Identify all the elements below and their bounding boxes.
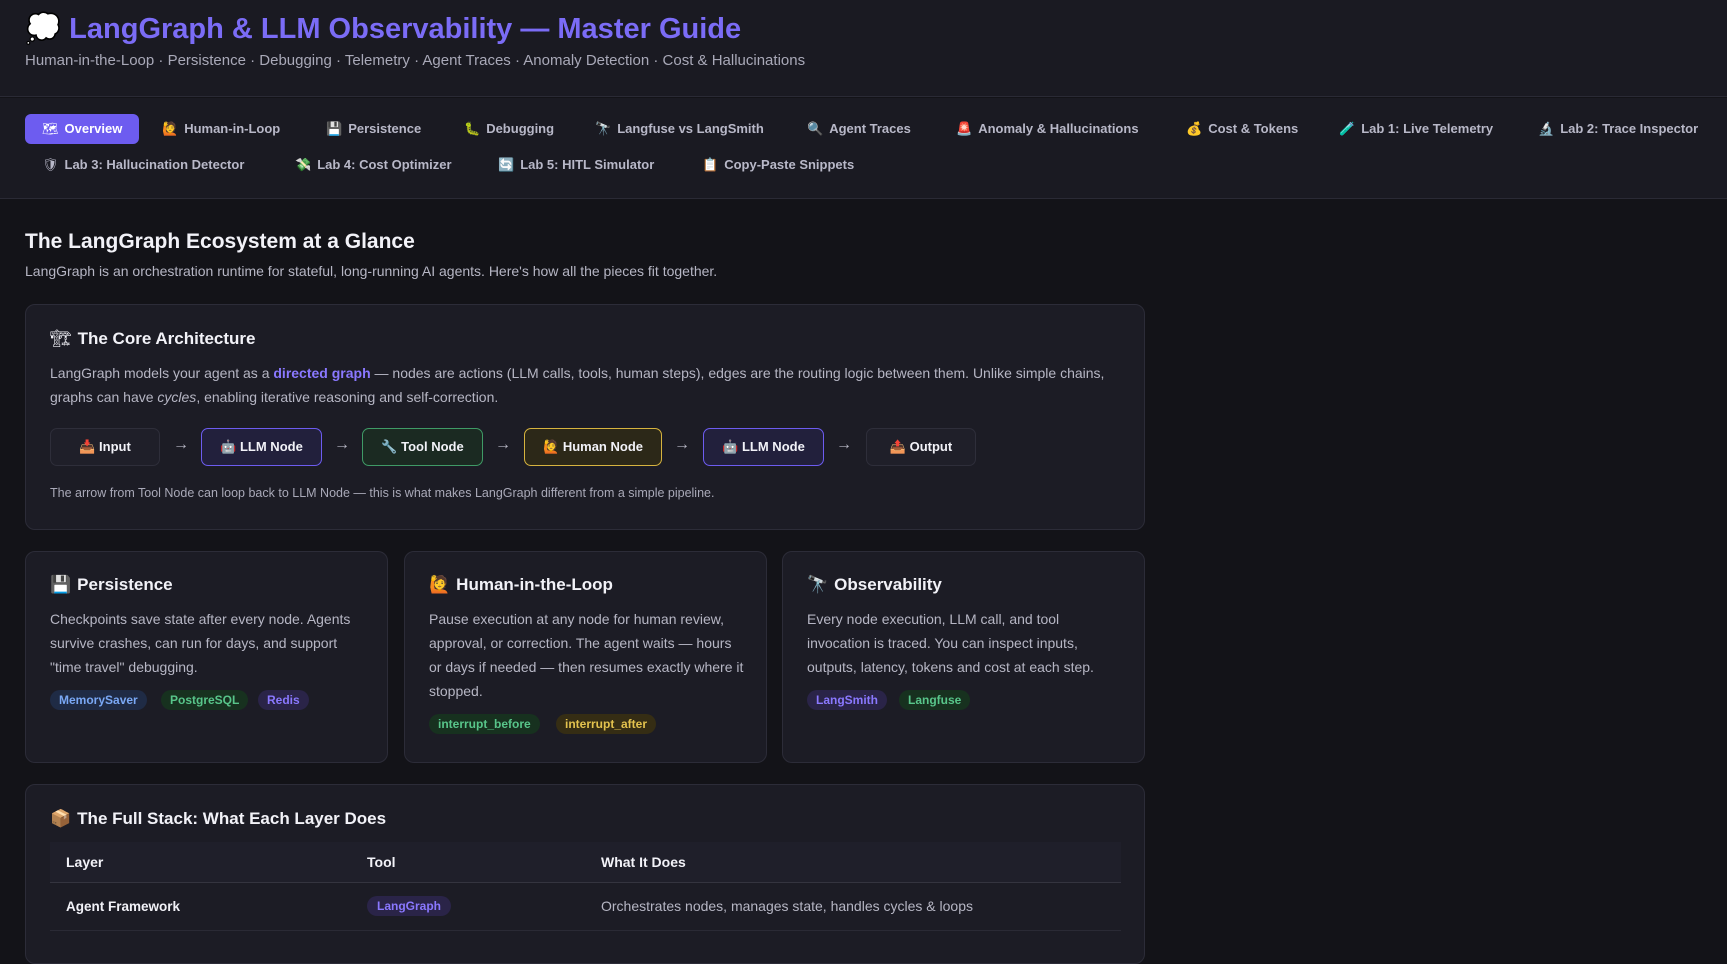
bug-icon: 🐛 [464, 121, 481, 136]
tool-pill-langgraph: LangGraph [367, 896, 452, 916]
refresh-icon: 🔄 [498, 157, 515, 172]
tab-bar: 🗺 Overview 🙋 Human-in-Loop 💾 Persistence 🐛 D… [0, 98, 1727, 199]
shield-icon: 🛡 [42, 157, 59, 172]
tab-lab-5[interactable]: 🔄 Lab 5: HITL Simulator [481, 150, 671, 180]
column-header-layer: Layer [50, 842, 351, 883]
table-cell-tool: LangGraph [351, 882, 585, 931]
full-stack-title: 📦 The Full Stack: What Each Layer Does [50, 809, 387, 828]
magnifier-icon: 🔍 [807, 121, 824, 136]
robot-icon: 🤖 [722, 439, 739, 454]
directed-graph-highlight: directed graph [273, 365, 371, 381]
table-header-row: Layer Tool What It Does [50, 842, 1121, 883]
floppy-disk-icon: 💾 [326, 121, 343, 136]
flow-node-output: 📤 Output [866, 428, 976, 466]
table-row: Agent Framework LangGraph Orchestrates n… [50, 882, 1121, 931]
raised-hand-icon: 🙋 [543, 439, 560, 454]
raised-hand-icon: 🙋 [429, 575, 451, 594]
tab-human-in-loop[interactable]: 🙋 Human-in-Loop [145, 114, 297, 144]
tab-agent-traces[interactable]: 🔍 Agent Traces [790, 114, 928, 144]
test-tube-icon: 🧪 [1339, 121, 1356, 136]
map-icon: 🗺 [42, 121, 59, 136]
tab-overview[interactable]: 🗺 Overview [25, 114, 140, 144]
telescope-icon: 🔭 [807, 575, 829, 594]
tag-interrupt-before: interrupt_before [429, 714, 540, 734]
construction-crane-icon: 🏗 [50, 329, 72, 348]
full-stack-table: Layer Tool What It Does Agent Framework … [50, 842, 1121, 931]
section-title: The LangGraph Ecosystem at a Glance [25, 230, 415, 253]
persistence-card-text: Checkpoints save state after every node.… [50, 611, 351, 675]
tag-interrupt-after: interrupt_after [556, 714, 657, 734]
page-subtitle: Human-in-the-Loop · Persistence · Debugg… [25, 52, 806, 69]
observability-card: 🔭 Observability Every node execution, LLM… [782, 551, 1145, 763]
microscope-icon: 🔬 [1538, 121, 1555, 136]
tab-snippets[interactable]: 📋 Copy-Paste Snippets [685, 150, 871, 180]
human-in-the-loop-card: 🙋 Human-in-the-Loop Pause execution at an… [404, 551, 767, 763]
flow-node-llm-2: 🤖 LLM Node [703, 428, 824, 466]
table-cell-layer: Agent Framework [50, 882, 351, 931]
thought-bubble-icon: 💭 [25, 13, 62, 45]
telescope-icon: 🔭 [595, 121, 612, 136]
outbox-tray-icon: 📤 [889, 439, 906, 454]
package-icon: 📦 [50, 809, 72, 828]
tab-persistence[interactable]: 💾 Persistence [309, 114, 438, 144]
observability-card-title: 🔭 Observability [807, 575, 942, 594]
tab-lab-3[interactable]: 🛡 Lab 3: Hallucination Detector [25, 150, 261, 180]
full-stack-card: 📦 The Full Stack: What Each Layer Does La… [25, 784, 1145, 964]
flow-arrow: → [173, 436, 189, 453]
flow-node-llm: 🤖 LLM Node [201, 428, 322, 466]
core-architecture-card: 🏗 The Core Architecture LangGraph models … [25, 304, 1145, 530]
tag-memorysaver: MemorySaver [50, 690, 147, 710]
tab-lab-1[interactable]: 🧪 Lab 1: Live Telemetry [1322, 114, 1510, 144]
tab-lab-2[interactable]: 🔬 Lab 2: Trace Inspector [1521, 114, 1715, 144]
flow-arrow: → [836, 436, 852, 453]
tab-lab-4[interactable]: 💸 Lab 4: Cost Optimizer [278, 150, 469, 180]
flow-arrow: → [334, 436, 350, 453]
table-cell-description: Orchestrates nodes, manages state, handl… [585, 882, 1121, 931]
section-description: LangGraph is an orchestration runtime fo… [25, 263, 718, 279]
app-header: 💭 LangGraph & LLM Observability — Master… [0, 0, 1727, 97]
clipboard-icon: 📋 [702, 157, 719, 172]
tag-redis: Redis [258, 690, 309, 710]
core-architecture-note: The arrow from Tool Node can loop back t… [50, 486, 715, 500]
tag-postgresql: PostgreSQL [161, 690, 249, 710]
tab-langfuse-vs-langsmith[interactable]: 🔭 Langfuse vs LangSmith [578, 114, 781, 144]
wrench-icon: 🔧 [381, 439, 398, 454]
flow-node-tool: 🔧 Tool Node [362, 428, 483, 466]
siren-icon: 🚨 [956, 121, 973, 136]
tag-langfuse: Langfuse [899, 690, 971, 710]
observability-card-text: Every node execution, LLM call, and tool… [807, 611, 1094, 675]
inbox-tray-icon: 📥 [79, 439, 96, 454]
tag-langsmith: LangSmith [807, 690, 887, 710]
column-header-tool: Tool [351, 842, 585, 883]
money-bag-icon: 💰 [1186, 121, 1203, 136]
tab-debugging[interactable]: 🐛 Debugging [447, 114, 571, 144]
tab-cost-tokens[interactable]: 💰 Cost & Tokens [1169, 114, 1315, 144]
column-header-what-it-does: What It Does [585, 842, 1121, 883]
raised-hand-icon: 🙋 [162, 121, 179, 136]
persistence-card-title: 💾 Persistence [50, 575, 173, 594]
flow-arrow: → [495, 436, 511, 453]
robot-icon: 🤖 [220, 439, 237, 454]
floppy-disk-icon: 💾 [50, 575, 72, 594]
core-architecture-text: LangGraph models your agent as a directe… [50, 365, 1105, 405]
page-title: 💭 LangGraph & LLM Observability — Master… [25, 13, 742, 45]
flow-arrow: → [674, 436, 690, 453]
core-architecture-title: 🏗 The Core Architecture [50, 329, 256, 348]
flow-node-human: 🙋 Human Node [524, 428, 662, 466]
flow-node-input: 📥 Input [50, 428, 160, 466]
hitl-card-title: 🙋 Human-in-the-Loop [429, 575, 613, 594]
hitl-card-text: Pause execution at any node for human re… [429, 611, 744, 699]
tab-anomaly-hallucinations[interactable]: 🚨 Anomaly & Hallucinations [939, 114, 1156, 144]
persistence-card: 💾 Persistence Checkpoints save state afte… [25, 551, 388, 763]
flying-money-icon: 💸 [295, 157, 312, 172]
